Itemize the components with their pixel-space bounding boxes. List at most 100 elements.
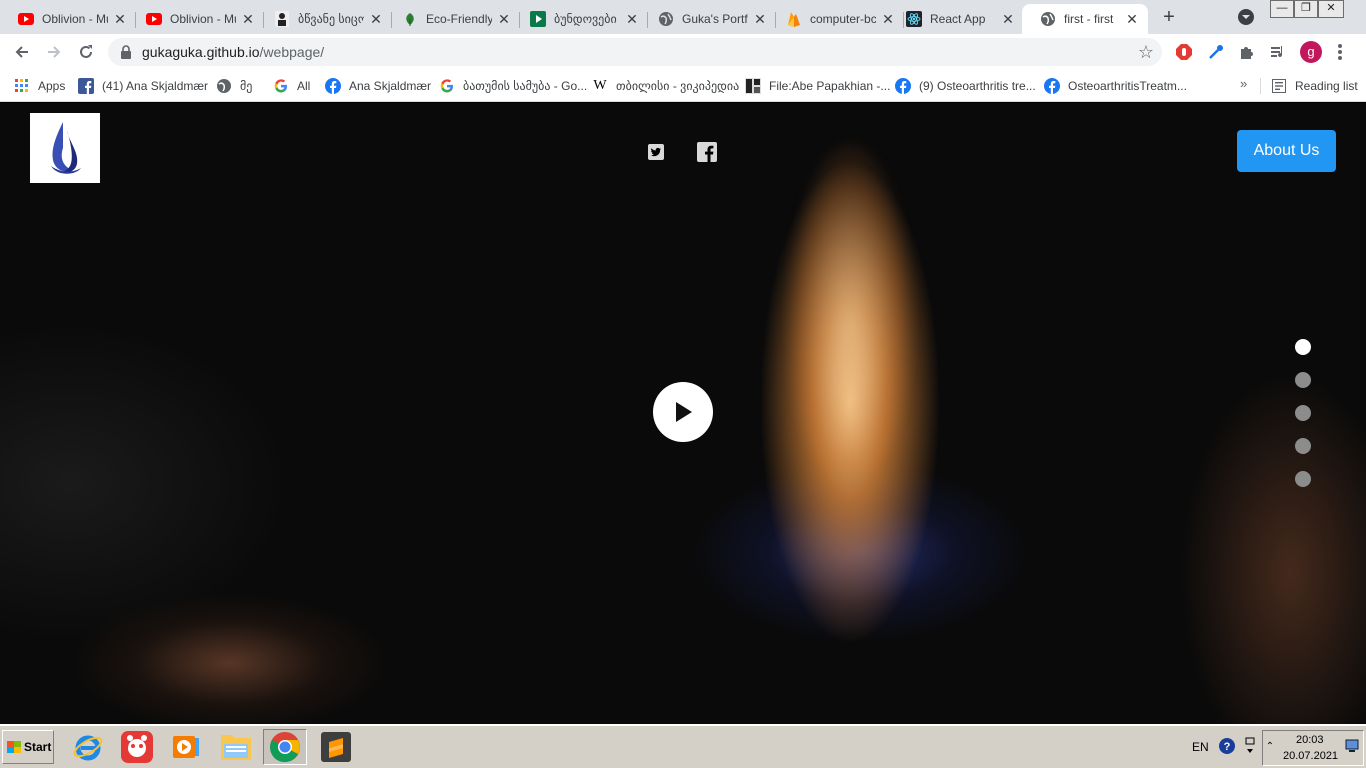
media-player-icon[interactable] bbox=[164, 729, 208, 765]
bookmark-osteoarthritis-1[interactable]: (9) Osteoarthritis tre... bbox=[895, 76, 1036, 96]
clock-time[interactable]: 20:03 bbox=[1296, 734, 1324, 746]
gom-player-icon[interactable] bbox=[115, 729, 159, 765]
bookmark-all[interactable]: All bbox=[273, 76, 310, 96]
back-arrow-icon bbox=[15, 46, 28, 58]
slider-dot-2[interactable] bbox=[1295, 372, 1311, 388]
close-icon[interactable]: ✕ bbox=[240, 11, 256, 27]
restore-button[interactable]: ❐ bbox=[1294, 0, 1318, 18]
url-text[interactable]: gukaguka.github.io/webpage/ bbox=[142, 44, 324, 60]
url-path: /webpage/ bbox=[259, 44, 325, 60]
clock-date[interactable]: 20.07.2021 bbox=[1283, 750, 1338, 762]
play-green-icon bbox=[530, 11, 546, 27]
globe-icon bbox=[1040, 11, 1056, 27]
bookmark-label: მე bbox=[240, 79, 253, 93]
bookmark-osteoarthritis-2[interactable]: OsteoarthritisTreatm... bbox=[1044, 76, 1187, 96]
browser-toolbar: gukaguka.github.io/webpage/ ☆ g bbox=[0, 34, 1366, 70]
reading-list-button[interactable]: Reading list bbox=[1271, 76, 1358, 96]
chrome-menu-icon[interactable] bbox=[1336, 44, 1344, 60]
close-icon[interactable]: ✕ bbox=[368, 11, 384, 27]
bookmark-abe-papakhian[interactable]: File:Abe Papakhian -... bbox=[745, 76, 890, 96]
reading-list-label: Reading list bbox=[1295, 79, 1358, 93]
facebook-icon bbox=[325, 78, 341, 94]
tab-title: first - first bbox=[1064, 12, 1114, 26]
about-us-button[interactable]: About Us bbox=[1237, 130, 1336, 172]
google-icon bbox=[439, 78, 455, 94]
bookmark-label: (41) Ana Skjaldmær bbox=[102, 79, 209, 93]
lock-icon[interactable] bbox=[120, 45, 132, 59]
new-tab-button[interactable]: + bbox=[1158, 7, 1180, 29]
react-icon bbox=[906, 11, 922, 27]
profile-avatar[interactable]: g bbox=[1300, 41, 1322, 63]
bookmark-label: (9) Osteoarthritis tre... bbox=[919, 79, 1036, 93]
slider-pagination bbox=[1295, 339, 1311, 504]
start-button[interactable]: Start bbox=[2, 730, 54, 764]
internet-explorer-icon[interactable] bbox=[66, 729, 110, 765]
play-video-button[interactable] bbox=[653, 382, 713, 442]
bookmark-facebook-1[interactable]: (41) Ana Skjaldmær bbox=[78, 76, 208, 96]
bookmark-me[interactable]: მე bbox=[216, 76, 252, 96]
bookmarks-divider bbox=[1260, 78, 1261, 94]
help-icon[interactable]: ? bbox=[1213, 732, 1241, 760]
bookmark-facebook-2[interactable]: Ana Skjaldmær bbox=[325, 76, 431, 96]
bookmark-star-icon[interactable]: ☆ bbox=[1138, 42, 1154, 62]
close-icon[interactable]: ✕ bbox=[1124, 11, 1140, 27]
tab-search-icon[interactable] bbox=[1238, 9, 1254, 25]
tab-gukas-portfolio[interactable]: Guka's Portfo ✕ bbox=[640, 4, 776, 34]
tab-title: ბუნდოვები bbox=[554, 12, 617, 26]
bookmark-label: File:Abe Papakhian -... bbox=[769, 79, 891, 93]
tab-oblivion-2[interactable]: Oblivion - Mu ✕ bbox=[128, 4, 264, 34]
close-icon[interactable]: ✕ bbox=[624, 11, 640, 27]
tab-computer-bc[interactable]: computer-bc ✕ bbox=[768, 4, 904, 34]
tab-react-app[interactable]: React App ✕ bbox=[888, 4, 1024, 34]
slider-dot-4[interactable] bbox=[1295, 438, 1311, 454]
extensions-puzzle-icon[interactable] bbox=[1237, 42, 1257, 62]
minimize-button[interactable]: — bbox=[1270, 0, 1294, 18]
tab-title: Guka's Portfo bbox=[682, 12, 748, 26]
tab-title: computer-bc bbox=[810, 12, 876, 26]
tab-title: ბწვანე სიცო bbox=[298, 12, 364, 26]
address-bar[interactable]: gukaguka.github.io/webpage/ ☆ bbox=[108, 38, 1162, 66]
apps-grid-icon bbox=[14, 78, 30, 94]
facebook-icon bbox=[895, 78, 911, 94]
bookmark-label: თბილისი - ვიკიპედია bbox=[616, 79, 740, 93]
slider-dot-3[interactable] bbox=[1295, 405, 1311, 421]
slider-dot-1[interactable] bbox=[1295, 339, 1311, 355]
close-icon[interactable]: ✕ bbox=[496, 11, 512, 27]
tray-expand-icon[interactable]: ⌃ bbox=[1264, 736, 1276, 756]
reload-button[interactable] bbox=[74, 40, 98, 64]
language-indicator[interactable]: EN bbox=[1192, 740, 1209, 754]
tab-first-active[interactable]: first - first ✕ bbox=[1022, 4, 1148, 34]
bookmark-apps[interactable]: Apps bbox=[14, 76, 65, 96]
tab-georgian-1[interactable]: ბწვანე სიცო ✕ bbox=[256, 4, 392, 34]
site-logo[interactable] bbox=[30, 113, 100, 183]
eyedropper-extension-icon[interactable] bbox=[1206, 42, 1226, 62]
wikipedia-icon: W bbox=[593, 78, 607, 93]
tab-oblivion-1[interactable]: Oblivion - Mu ✕ bbox=[0, 4, 136, 34]
back-button[interactable] bbox=[10, 40, 34, 64]
file-explorer-icon[interactable] bbox=[214, 729, 258, 765]
forward-button[interactable] bbox=[42, 40, 66, 64]
globe-icon bbox=[658, 11, 674, 27]
bookmark-batumi[interactable]: ბათუმის სამუბა - Go... bbox=[439, 76, 587, 96]
youtube-icon bbox=[146, 11, 162, 27]
bookmarks-overflow-button[interactable]: » bbox=[1240, 76, 1247, 91]
chrome-taskbar-icon[interactable] bbox=[263, 729, 307, 765]
language-bar-menu-icon[interactable] bbox=[1242, 734, 1258, 758]
facebook-icon bbox=[1044, 78, 1060, 94]
tab-eco-friendly[interactable]: Eco-Friendly ✕ bbox=[384, 4, 520, 34]
close-icon[interactable]: ✕ bbox=[1000, 11, 1016, 27]
close-icon[interactable]: ✕ bbox=[112, 11, 128, 27]
slider-dot-5[interactable] bbox=[1295, 471, 1311, 487]
tab-title: Oblivion - Mu bbox=[42, 12, 108, 26]
network-icon[interactable] bbox=[1344, 738, 1362, 754]
sublime-text-icon[interactable] bbox=[314, 729, 358, 765]
facebook-icon[interactable] bbox=[697, 142, 717, 162]
window-close-button[interactable]: ✕ bbox=[1318, 0, 1344, 18]
media-control-icon[interactable] bbox=[1268, 42, 1288, 62]
adblock-extension-icon[interactable] bbox=[1174, 42, 1194, 62]
twitter-icon[interactable] bbox=[647, 143, 665, 161]
close-icon[interactable]: ✕ bbox=[752, 11, 768, 27]
tab-georgian-2[interactable]: ბუნდოვები ✕ bbox=[512, 4, 648, 34]
facebook-icon bbox=[78, 78, 94, 94]
bookmark-wikipedia[interactable]: W თბილისი - ვიკიპედია bbox=[592, 76, 739, 96]
